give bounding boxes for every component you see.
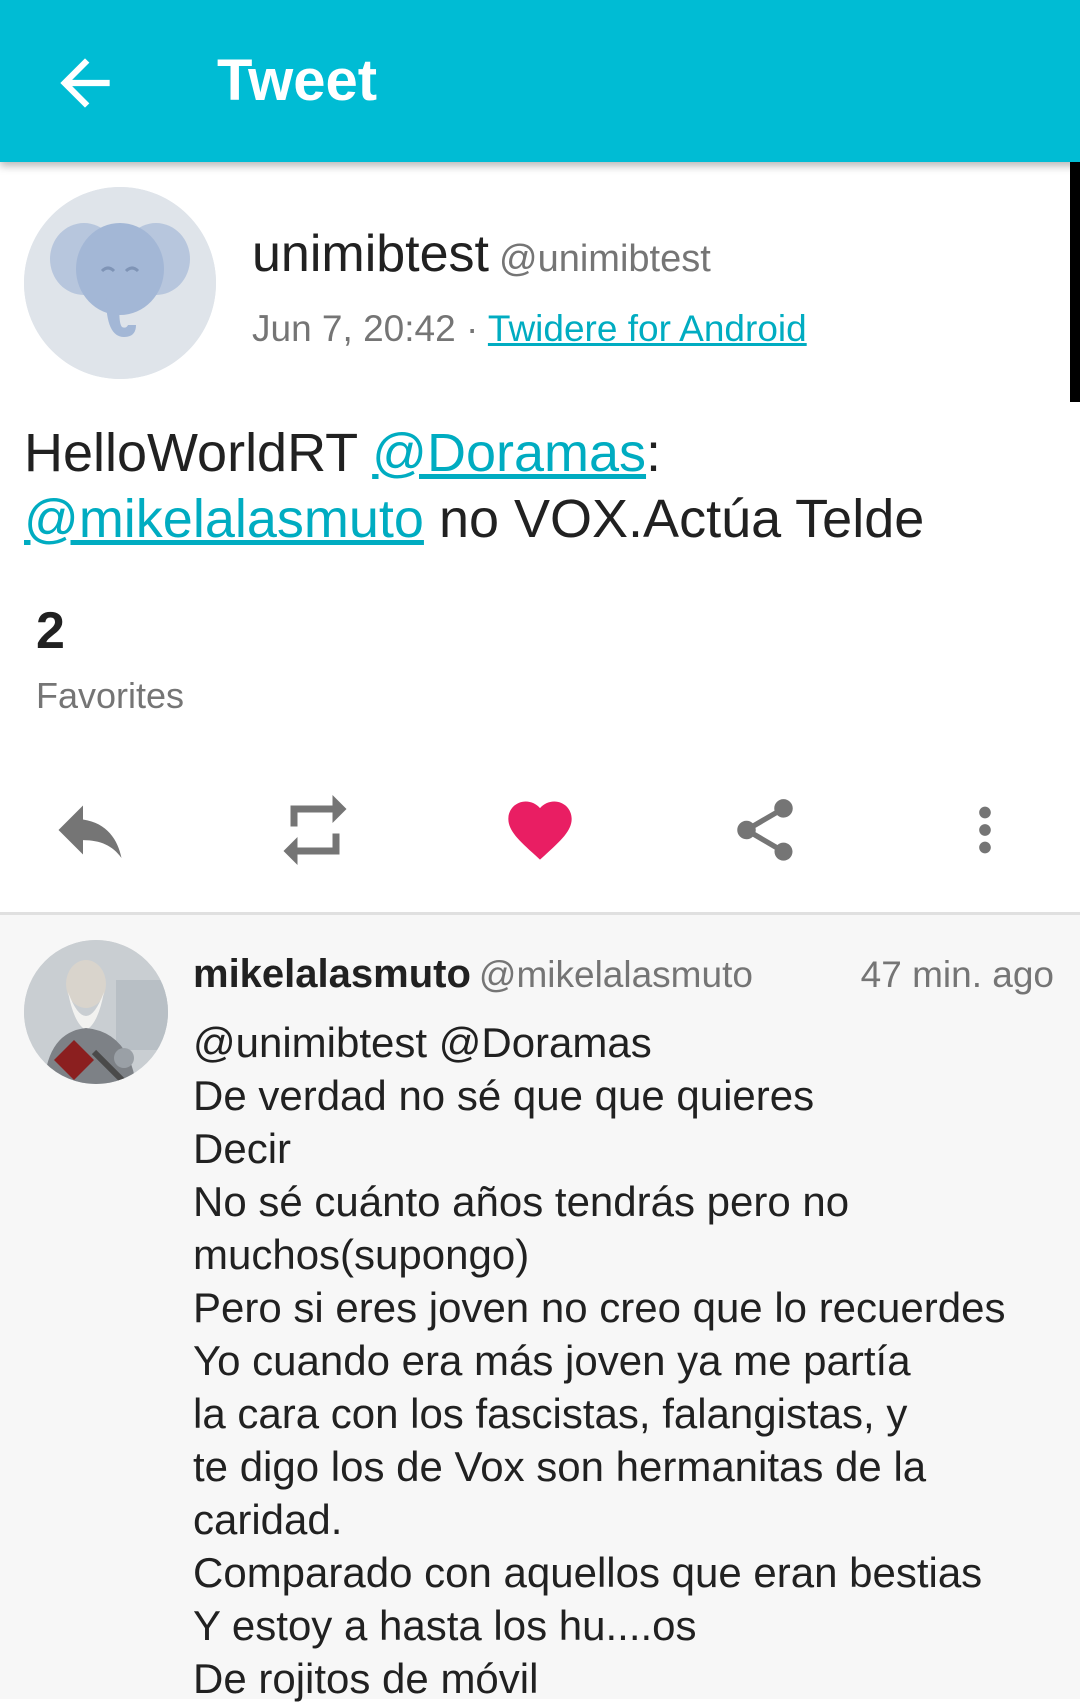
app-bar: Tweet — [0, 0, 1080, 162]
reply-timestamp: 47 min. ago — [860, 954, 1054, 995]
author-display-name[interactable]: unimibtest — [252, 225, 489, 283]
tweet-author[interactable]: unimibtest @unimibtest — [252, 222, 711, 291]
tweet-text-part: : — [646, 423, 662, 483]
reply-handle[interactable]: @mikelalasmuto — [479, 954, 753, 995]
reply-button[interactable] — [40, 790, 140, 870]
tweet-text-part: no VOX.Actúa Telde — [423, 489, 925, 549]
retweet-button[interactable] — [265, 790, 365, 870]
favorites-label[interactable]: Favorites — [36, 674, 184, 718]
heart-icon — [508, 801, 572, 860]
tweet-text: HelloWorldRT @Doramas: @mikelalasmuto no … — [24, 420, 1044, 552]
elephant-avatar-icon — [24, 187, 216, 379]
share-button[interactable] — [715, 790, 815, 870]
tweet-meta: Jun 7, 20:42 · Twidere for Android — [252, 306, 807, 352]
back-button[interactable] — [48, 46, 122, 120]
retweet-icon — [283, 795, 347, 865]
mention-link[interactable]: @mikelalasmuto — [24, 489, 424, 549]
tweet-actions — [0, 790, 1080, 870]
page-title: Tweet — [217, 48, 378, 113]
author-handle[interactable]: @unimibtest — [499, 238, 711, 280]
more-vert-icon — [979, 806, 991, 854]
tweet-text-part: HelloWorldRT — [24, 423, 373, 483]
reply-text: @unimibtest @Doramas De verdad no sé que… — [193, 1019, 1006, 1702]
knight-avatar-icon — [24, 940, 168, 1084]
avatar[interactable] — [24, 940, 168, 1084]
more-options-button[interactable] — [935, 790, 1035, 870]
share-icon — [737, 799, 793, 861]
favorite-button[interactable] — [490, 790, 590, 870]
tweet-date: Jun 7, 20:42 — [252, 308, 456, 349]
reply-author[interactable]: mikelalasmuto @mikelalasmuto — [193, 948, 753, 1001]
reply-display-name[interactable]: mikelalasmuto — [193, 952, 471, 996]
arrow-back-icon — [60, 58, 110, 108]
source-link[interactable]: Twidere for Android — [488, 308, 807, 349]
mention-link[interactable]: @Doramas — [372, 423, 646, 483]
scrollbar[interactable] — [1070, 162, 1080, 402]
favorites-count[interactable]: 2 — [36, 601, 65, 661]
meta-separator: · — [465, 308, 479, 349]
avatar[interactable] — [24, 187, 216, 379]
reply-icon — [58, 805, 122, 858]
